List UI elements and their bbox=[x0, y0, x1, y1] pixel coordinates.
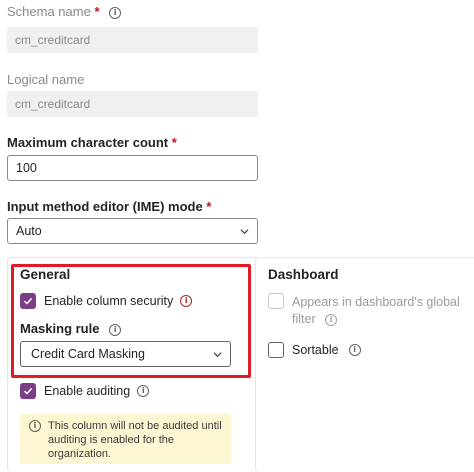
auditing-checkbox[interactable] bbox=[20, 383, 36, 399]
global-filter-checkbox bbox=[268, 293, 284, 309]
general-section-title: General bbox=[20, 267, 71, 282]
audit-notice-text: This column will not be audited until au… bbox=[48, 420, 222, 460]
column-security-checkbox[interactable] bbox=[20, 293, 36, 309]
schema-name-label-text: Schema name bbox=[7, 4, 91, 19]
info-icon[interactable]: i bbox=[180, 295, 193, 307]
dashboard-section-title: Dashboard bbox=[268, 267, 339, 282]
info-icon[interactable]: i bbox=[137, 385, 150, 397]
ime-mode-dropdown[interactable]: Auto bbox=[7, 218, 258, 244]
ime-mode-value: Auto bbox=[16, 224, 42, 238]
chevron-down-icon bbox=[240, 228, 249, 234]
info-icon[interactable]: i bbox=[348, 344, 361, 356]
required-mark: * bbox=[171, 135, 177, 150]
masking-rule-label: Masking rule i bbox=[20, 321, 122, 336]
logical-name-field: cm_creditcard bbox=[7, 91, 258, 117]
schema-name-label: Schema name * i bbox=[7, 4, 122, 19]
chevron-down-icon bbox=[213, 351, 222, 357]
dashboard-panel bbox=[255, 257, 474, 472]
sortable-label: Sortable bbox=[292, 343, 339, 357]
schema-name-field: cm_creditcard bbox=[7, 27, 258, 53]
schema-name-value: cm_creditcard bbox=[15, 33, 91, 47]
logical-name-label: Logical name bbox=[7, 72, 85, 87]
auditing-label: Enable auditing bbox=[44, 384, 131, 398]
checkmark-icon bbox=[23, 297, 33, 305]
global-filter-label: Appears in dashboard's global filter i bbox=[292, 294, 460, 328]
max-char-count-label: Maximum character count * bbox=[7, 135, 177, 150]
logical-name-value: cm_creditcard bbox=[15, 97, 91, 111]
checkmark-icon bbox=[23, 387, 33, 395]
auditing-row[interactable]: Enable auditing i bbox=[20, 383, 150, 399]
info-icon[interactable]: i bbox=[325, 314, 338, 326]
masking-rule-dropdown[interactable]: Credit Card Masking bbox=[20, 341, 231, 367]
ime-mode-label-text: Input method editor (IME) mode bbox=[7, 199, 203, 214]
sortable-row[interactable]: Sortable i bbox=[268, 342, 361, 358]
masking-rule-label-text: Masking rule bbox=[20, 321, 100, 336]
ime-mode-label: Input method editor (IME) mode * bbox=[7, 199, 211, 214]
global-filter-label-line2: filter bbox=[292, 312, 316, 326]
max-char-count-input[interactable]: 100 bbox=[7, 155, 258, 181]
sortable-checkbox[interactable] bbox=[268, 342, 284, 358]
required-mark: * bbox=[206, 199, 212, 214]
masking-rule-value: Credit Card Masking bbox=[31, 347, 145, 361]
info-icon[interactable]: i bbox=[109, 324, 122, 336]
global-filter-label-line1: Appears in dashboard's global bbox=[292, 295, 460, 309]
audit-notice-banner: i This column will not be audited until … bbox=[20, 414, 231, 464]
info-icon[interactable]: i bbox=[109, 7, 122, 19]
global-filter-label-line2-row: filter i bbox=[292, 311, 460, 328]
max-char-count-label-text: Maximum character count bbox=[7, 135, 169, 150]
column-security-label: Enable column security bbox=[44, 294, 174, 308]
info-icon: i bbox=[29, 420, 41, 432]
required-mark: * bbox=[94, 4, 100, 19]
max-char-count-value: 100 bbox=[16, 161, 37, 175]
column-security-row[interactable]: Enable column security i bbox=[20, 293, 193, 309]
